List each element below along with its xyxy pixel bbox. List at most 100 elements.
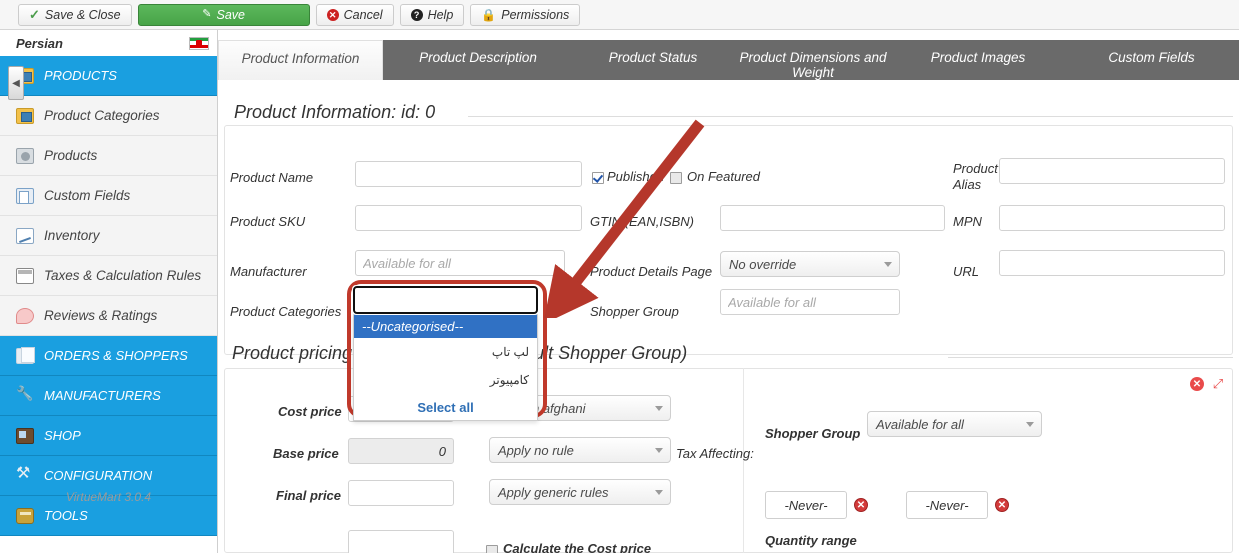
sidebar-item-products-section[interactable]: PRODUCTS <box>0 56 217 96</box>
base-price-rule-select[interactable]: Apply no rule <box>489 437 671 463</box>
sidebar-item-taxes[interactable]: Taxes & Calculation Rules <box>0 256 217 296</box>
on-featured-label: On Featured <box>687 169 760 184</box>
permissions-label: Permissions <box>501 7 570 22</box>
calculate-cost-price-label: Calculate the Cost price <box>503 541 652 553</box>
select-all-categories-button[interactable]: Select all <box>354 394 537 420</box>
permissions-button[interactable]: 🔒 Permissions <box>470 3 581 26</box>
collapse-sidebar-icon[interactable]: ◀ <box>8 66 24 100</box>
category-option-label: --Uncategorised-- <box>362 318 464 334</box>
published-label: Published <box>607 169 665 184</box>
url-input[interactable] <box>999 250 1225 276</box>
sidebar-item-inventory[interactable]: Inventory <box>0 216 217 256</box>
date-from-value: -Never- <box>784 497 828 513</box>
manufacturer-input[interactable] <box>355 250 565 276</box>
language-label: Persian <box>16 35 63 51</box>
tab-product-information[interactable]: Product Information <box>218 40 383 80</box>
tab-product-description[interactable]: Product Description <box>383 40 573 80</box>
category-folder-icon <box>16 107 34 124</box>
save-disk-icon: ✎ <box>202 8 212 20</box>
published-checkbox[interactable] <box>592 172 604 184</box>
chevron-down-icon <box>884 262 892 267</box>
wrench-icon <box>16 385 34 404</box>
mpn-input[interactable] <box>999 205 1225 231</box>
on-featured-checkbox[interactable] <box>670 172 682 184</box>
help-button[interactable]: ? Help <box>399 3 465 26</box>
category-option-laptop[interactable]: لپ تاپ <box>354 338 537 366</box>
tab-label: Product Images <box>930 50 1026 65</box>
top-toolbar: ✓ Save & Close ✎ Save ✕ Cancel ? Help 🔒 … <box>0 0 1239 30</box>
iran-flag-icon <box>189 36 209 50</box>
remove-price-icon[interactable]: ✕ <box>1190 377 1204 391</box>
sidebar-item-label: MANUFACTURERS <box>44 388 161 403</box>
product-box-icon <box>16 147 34 164</box>
tab-product-images[interactable]: Product Images <box>898 40 1058 80</box>
category-option-computer[interactable]: کامپیوتر <box>354 366 537 394</box>
tab-product-status[interactable]: Product Status <box>573 40 733 80</box>
tab-product-dimensions-and-weight[interactable]: Product Dimensions and Weight <box>733 40 893 80</box>
product-sku-label: Product SKU <box>230 214 306 229</box>
sidebar-item-manufacturers[interactable]: MANUFACTURERS <box>0 376 217 416</box>
shopper-group-input[interactable] <box>720 289 900 315</box>
product-alias-input[interactable] <box>999 158 1225 184</box>
tab-custom-fields[interactable]: Custom Fields <box>1064 40 1239 80</box>
final-price-rule-select[interactable]: Apply generic rules <box>489 479 671 505</box>
title-rule <box>468 116 1233 117</box>
sidebar-item-shop[interactable]: SHOP <box>0 416 217 456</box>
tab-label: Product Description <box>419 50 537 65</box>
sidebar: Persian PRODUCTS Product Categories Prod… <box>0 30 218 553</box>
tab-label: Product Information <box>241 51 360 66</box>
cost-price-label: Cost price <box>278 404 342 419</box>
sidebar-item-products[interactable]: Products <box>0 136 217 176</box>
cancel-button[interactable]: ✕ Cancel <box>315 3 394 26</box>
shopper-group-label: Shopper Group <box>590 304 679 319</box>
category-option-label: کامپیوتر <box>489 373 529 387</box>
category-option-uncategorised[interactable]: --Uncategorised-- <box>354 314 537 338</box>
sidebar-item-reviews[interactable]: Reviews & Ratings <box>0 296 217 336</box>
product-details-page-label: Product Details Page <box>590 264 713 279</box>
custom-fields-icon <box>16 187 34 204</box>
product-categories-input[interactable] <box>352 285 539 315</box>
calculate-cost-price-checkbox[interactable] <box>486 545 498 553</box>
language-row: Persian <box>0 30 217 56</box>
clear-date-to-icon[interactable]: ✕ <box>995 498 1009 512</box>
base-price-input[interactable] <box>348 438 454 464</box>
final-price-rule-value: Apply generic rules <box>498 484 609 500</box>
product-name-input[interactable] <box>355 161 582 187</box>
base-price-rule-value: Apply no rule <box>498 442 574 458</box>
save-button[interactable]: ✎ Save <box>137 3 310 26</box>
chevron-down-icon <box>655 406 663 411</box>
date-from-field[interactable]: -Never- <box>765 491 847 519</box>
gtin-input[interactable] <box>720 205 945 231</box>
expand-price-icon[interactable]: ⤢ <box>1211 376 1225 391</box>
quantity-range-label: Quantity range <box>765 533 857 548</box>
sidebar-item-orders-shoppers[interactable]: ORDERS & SHOPPERS <box>0 336 217 376</box>
clear-date-from-icon[interactable]: ✕ <box>854 498 868 512</box>
date-to-field[interactable]: -Never- <box>906 491 988 519</box>
pricing-shopper-group-select[interactable]: Available for all <box>867 411 1042 437</box>
final-price-input[interactable] <box>348 480 454 506</box>
sidebar-item-product-categories[interactable]: Product Categories <box>0 96 217 136</box>
gtin-label: GTIN (EAN,ISBN) <box>590 214 695 229</box>
help-circle-icon: ? <box>410 8 423 21</box>
sidebar-item-custom-fields[interactable]: Custom Fields <box>0 176 217 216</box>
chevron-down-icon <box>655 490 663 495</box>
sidebar-item-label: Taxes & Calculation Rules <box>44 268 202 283</box>
review-bubble-icon <box>16 307 34 324</box>
product-categories-option-list[interactable]: --Uncategorised-- لپ تاپ کامپیوتر Select… <box>353 314 538 421</box>
tab-bar: Product Information Product Description … <box>218 40 1239 80</box>
category-option-label: لپ تاپ <box>491 345 529 359</box>
product-details-page-select[interactable]: No override <box>720 251 900 277</box>
select-all-label: Select all <box>417 399 474 415</box>
mpn-label: MPN <box>953 214 982 229</box>
tax-table-icon <box>16 267 34 284</box>
tax-affecting-label: Tax Affecting: <box>676 446 754 461</box>
chevron-down-icon <box>1026 422 1034 427</box>
save-and-close-button[interactable]: ✓ Save & Close <box>18 3 132 26</box>
url-label: URL <box>953 264 980 279</box>
tab-label: Product Dimensions and Weight <box>739 50 887 80</box>
lock-icon: 🔒 <box>481 7 497 22</box>
extra-price-input[interactable] <box>348 530 454 553</box>
manufacturer-label: Manufacturer <box>230 264 307 279</box>
sidebar-item-label: Custom Fields <box>44 188 131 203</box>
product-sku-input[interactable] <box>355 205 582 231</box>
